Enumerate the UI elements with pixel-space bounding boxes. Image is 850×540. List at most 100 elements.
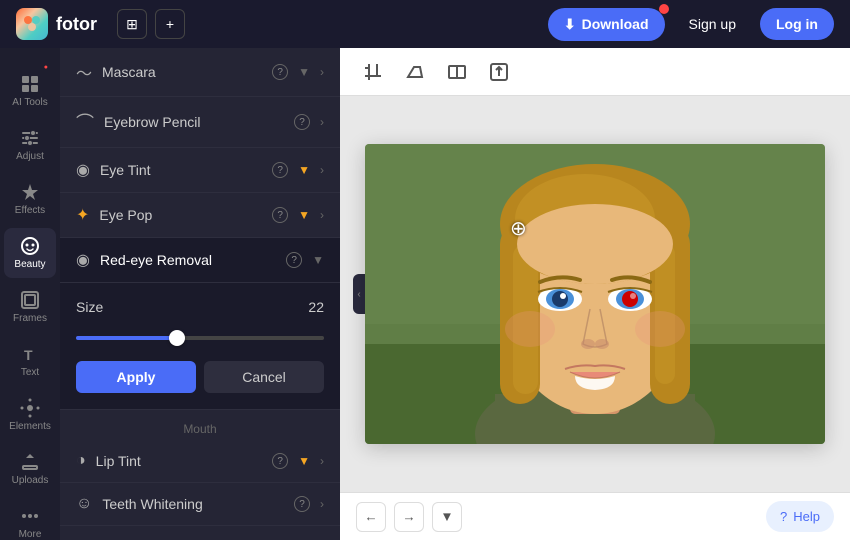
eye-tint-label: Eye Tint bbox=[100, 162, 262, 178]
beauty-icon bbox=[20, 236, 40, 256]
eye-pop-icon: ✦ bbox=[76, 205, 89, 225]
more-icon bbox=[20, 506, 40, 526]
login-button[interactable]: Log in bbox=[760, 8, 834, 40]
eyebrow-help[interactable]: ? bbox=[294, 114, 310, 130]
eraser-icon bbox=[406, 63, 424, 81]
header-icons: ⊞ + bbox=[117, 9, 185, 39]
collapse-handle[interactable]: ‹ bbox=[353, 274, 365, 314]
crop-icon bbox=[364, 63, 382, 81]
size-slider[interactable] bbox=[76, 336, 324, 340]
apply-button[interactable]: Apply bbox=[76, 361, 196, 393]
header: fotor ⊞ + ⬇ Download Sign up Log in bbox=[0, 0, 850, 48]
teeth-whitening-help[interactable]: ? bbox=[294, 496, 310, 512]
sidebar-item-beauty-label: Beauty bbox=[14, 259, 45, 270]
eye-pop-chevron: › bbox=[320, 208, 324, 222]
sidebar-item-frames-label: Frames bbox=[13, 313, 47, 324]
eyebrow-pencil-icon: ⌒ bbox=[76, 109, 94, 135]
lip-tint-icon: ◑ bbox=[76, 452, 86, 470]
export-icon bbox=[490, 63, 508, 81]
sidebar-item-uploads[interactable]: Uploads bbox=[4, 444, 56, 494]
size-label: Size bbox=[76, 299, 103, 315]
main-area: ● AI Tools Adjust Effects bbox=[0, 48, 850, 540]
logo-area: fotor bbox=[16, 8, 97, 40]
download-icon: ⬇ bbox=[564, 16, 576, 33]
dropdown-button[interactable]: ▼ bbox=[432, 502, 462, 532]
sidebar-item-effects[interactable]: Effects bbox=[4, 174, 56, 224]
mascara-chevron: › bbox=[320, 65, 324, 79]
teeth-whitening-label: Teeth Whitening bbox=[102, 496, 284, 512]
eye-pop-help[interactable]: ? bbox=[272, 207, 288, 223]
canvas-toolbar bbox=[340, 48, 850, 96]
sidebar-item-uploads-label: Uploads bbox=[12, 475, 49, 486]
frames-icon bbox=[20, 290, 40, 310]
signup-button[interactable]: Sign up bbox=[677, 8, 748, 40]
logo-text: fotor bbox=[56, 14, 97, 35]
sidebar-item-elements[interactable]: Elements bbox=[4, 390, 56, 440]
eye-tint-star: ▼ bbox=[298, 163, 310, 177]
sidebar-item-beauty[interactable]: Beauty bbox=[4, 228, 56, 278]
sidebar-item-ai-tools[interactable]: ● AI Tools bbox=[4, 56, 56, 116]
svg-text:T: T bbox=[24, 347, 33, 363]
photo-container[interactable]: ⊕ bbox=[365, 144, 825, 444]
prev-button[interactable]: ← bbox=[356, 502, 386, 532]
canvas-content[interactable]: ‹ bbox=[340, 96, 850, 492]
elements-icon bbox=[20, 398, 40, 418]
panel-item-eye-tint[interactable]: ◉ Eye Tint ? ▼ › bbox=[60, 148, 340, 193]
ai-tools-icon bbox=[20, 74, 40, 94]
eye-tint-icon: ◉ bbox=[76, 160, 90, 180]
mascara-icon: 〜 bbox=[76, 60, 92, 84]
export-tool-button[interactable] bbox=[482, 55, 516, 89]
mascara-help[interactable]: ? bbox=[272, 64, 288, 80]
sidebar-item-adjust[interactable]: Adjust bbox=[4, 120, 56, 170]
panel-item-lip-tint[interactable]: ◑ Lip Tint ? ▼ › bbox=[60, 440, 340, 483]
panel-item-red-eye-removal[interactable]: ◉ Red-eye Removal ? ▼ bbox=[60, 238, 340, 283]
bottom-bar: ← → ▼ ? Help bbox=[340, 492, 850, 540]
panel-item-eye-pop[interactable]: ✦ Eye Pop ? ▼ › bbox=[60, 193, 340, 238]
red-eye-label: Red-eye Removal bbox=[100, 252, 276, 268]
red-eye-expanded-panel: Size 22 Apply Cancel bbox=[60, 283, 340, 410]
photo-wrapper: ‹ bbox=[365, 144, 825, 444]
panel-item-eyebrow-pencil[interactable]: ⌒ Eyebrow Pencil ? › bbox=[60, 97, 340, 148]
next-button[interactable]: → bbox=[394, 502, 424, 532]
adjust-icon bbox=[20, 128, 40, 148]
eyebrow-pencil-label: Eyebrow Pencil bbox=[104, 114, 284, 130]
uploads-icon bbox=[20, 452, 40, 472]
sidebar-item-frames[interactable]: Frames bbox=[4, 282, 56, 332]
eye-pop-label: Eye Pop bbox=[99, 207, 262, 223]
panel-item-teeth-whitening[interactable]: ☺ Teeth Whitening ? › bbox=[60, 483, 340, 526]
sidebar-item-adjust-label: Adjust bbox=[16, 151, 44, 162]
crop-tool-button[interactable] bbox=[356, 55, 390, 89]
download-button[interactable]: ⬇ Download bbox=[548, 8, 665, 41]
panel-sidebar: 〜 Mascara ? ▼ › ⌒ Eyebrow Pencil ? › ◉ E… bbox=[60, 48, 340, 540]
crosshair-indicator[interactable]: ⊕ bbox=[510, 216, 527, 241]
help-button[interactable]: ? Help bbox=[766, 501, 834, 532]
sidebar-item-text-label: Text bbox=[21, 367, 39, 378]
red-eye-help[interactable]: ? bbox=[286, 252, 302, 268]
photo-image bbox=[365, 144, 825, 444]
sidebar-item-more[interactable]: More bbox=[4, 498, 56, 540]
size-row: Size 22 bbox=[76, 299, 324, 315]
cancel-button[interactable]: Cancel bbox=[204, 361, 324, 393]
eyebrow-chevron: › bbox=[320, 115, 324, 129]
mouth-section-label: Mouth bbox=[60, 410, 340, 440]
compare-tool-button[interactable] bbox=[440, 55, 474, 89]
sidebar-item-effects-label: Effects bbox=[15, 205, 45, 216]
mascara-arrow: ▼ bbox=[298, 65, 310, 79]
sidebar-item-text[interactable]: T Text bbox=[4, 336, 56, 386]
panel-item-mascara[interactable]: 〜 Mascara ? ▼ › bbox=[60, 48, 340, 97]
lip-tint-star: ▼ bbox=[298, 454, 310, 468]
sidebar-item-more-label: More bbox=[19, 529, 42, 540]
grid-icon-btn[interactable]: ⊞ bbox=[117, 9, 147, 39]
compare-icon bbox=[448, 63, 466, 81]
red-eye-icon: ◉ bbox=[76, 250, 90, 270]
lip-tint-chevron: › bbox=[320, 454, 324, 468]
teeth-whitening-icon: ☺ bbox=[76, 495, 92, 513]
eye-tint-help[interactable]: ? bbox=[272, 162, 288, 178]
sidebar-item-elements-label: Elements bbox=[9, 421, 51, 432]
eye-pop-star: ▼ bbox=[298, 208, 310, 222]
logo-icon bbox=[16, 8, 48, 40]
lip-tint-help[interactable]: ? bbox=[272, 453, 288, 469]
eraser-tool-button[interactable] bbox=[398, 55, 432, 89]
add-icon-btn[interactable]: + bbox=[155, 9, 185, 39]
icon-sidebar: ● AI Tools Adjust Effects bbox=[0, 48, 60, 540]
